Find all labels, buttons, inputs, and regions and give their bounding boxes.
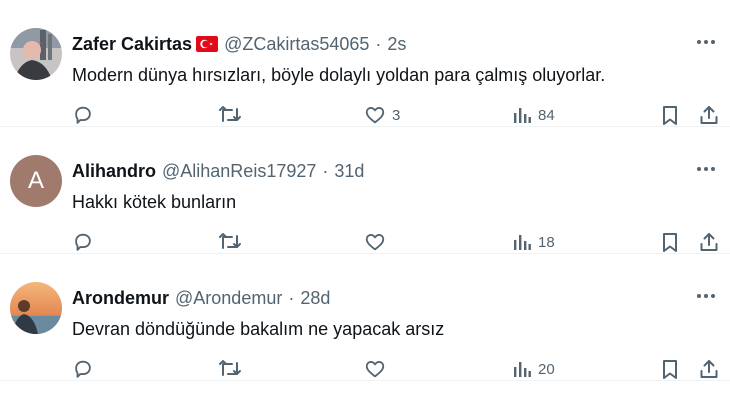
- separator-dot: ·: [375, 34, 382, 54]
- timestamp[interactable]: 28d: [300, 287, 330, 309]
- views-icon: [512, 359, 532, 379]
- tweet-text: Devran döndüğünde bakalım ne yapacak ars…: [72, 319, 445, 339]
- tweet-actions: 18: [72, 230, 720, 254]
- avatar-photo: [10, 282, 62, 334]
- user-handle[interactable]: @ZCakirtas54065: [224, 33, 369, 55]
- share-icon: [698, 104, 720, 126]
- reply-button[interactable]: [72, 230, 100, 254]
- user-name[interactable]: Zafer Cakirtas: [72, 33, 192, 55]
- like-count: 3: [392, 106, 401, 124]
- bookmark-icon: [660, 104, 680, 126]
- more-icon[interactable]: [694, 284, 718, 308]
- retweet-button[interactable]: [218, 103, 248, 127]
- tweet-text: Hakkı kötek bunların: [72, 192, 237, 212]
- reply-button[interactable]: [72, 103, 100, 127]
- tweet-header: Zafer Cakirtas @ZCakirtas54065 · 2s: [72, 33, 406, 55]
- reply-icon: [72, 104, 94, 126]
- heart-icon: [364, 104, 386, 126]
- separator-dot: ·: [288, 288, 295, 308]
- tweet-header: Arondemur @Arondemur · 28d: [72, 287, 330, 309]
- turkey-flag-icon: [196, 36, 219, 52]
- share-button[interactable]: [698, 230, 720, 254]
- heart-icon: [364, 231, 386, 253]
- user-name[interactable]: Alihandro: [72, 160, 156, 182]
- views-button[interactable]: 20: [512, 357, 555, 381]
- views-button[interactable]: 84: [512, 103, 555, 127]
- share-button[interactable]: [698, 357, 720, 381]
- like-button[interactable]: 3: [364, 103, 400, 127]
- retweet-icon: [218, 104, 242, 126]
- like-button[interactable]: [364, 357, 392, 381]
- user-handle[interactable]: @AlihanReis17927: [162, 160, 316, 182]
- tweet-header: Alihandro @AlihanReis17927 · 31d: [72, 160, 364, 182]
- timestamp[interactable]: 31d: [334, 160, 364, 182]
- more-icon[interactable]: [694, 157, 718, 181]
- avatar-letter: A: [27, 167, 44, 194]
- share-button[interactable]: [698, 103, 720, 127]
- reply-icon: [72, 358, 94, 380]
- reply-icon: [72, 231, 94, 253]
- retweet-button[interactable]: [218, 357, 248, 381]
- retweet-icon: [218, 358, 242, 380]
- reply-button[interactable]: [72, 357, 100, 381]
- avatar[interactable]: [10, 28, 62, 80]
- more-icon[interactable]: [694, 30, 718, 54]
- bookmark-button[interactable]: [660, 357, 680, 381]
- views-icon: [512, 232, 532, 252]
- bookmark-icon: [660, 358, 680, 380]
- views-count: 20: [538, 360, 555, 378]
- tweet-actions: 3 84: [72, 103, 720, 127]
- views-count: 84: [538, 106, 555, 124]
- bookmark-icon: [660, 231, 680, 253]
- user-name[interactable]: Arondemur: [72, 287, 169, 309]
- like-button[interactable]: [364, 230, 392, 254]
- views-icon: [512, 105, 532, 125]
- share-icon: [698, 358, 720, 380]
- heart-icon: [364, 358, 386, 380]
- tweet[interactable]: Zafer Cakirtas @ZCakirtas54065 · 2s Mode…: [0, 0, 730, 127]
- tweet[interactable]: A Alihandro @AlihanReis17927 · 31d Hakkı…: [0, 127, 730, 254]
- avatar[interactable]: [10, 282, 62, 334]
- bookmark-button[interactable]: [660, 103, 680, 127]
- retweet-icon: [218, 231, 242, 253]
- share-icon: [698, 231, 720, 253]
- views-count: 18: [538, 233, 555, 251]
- bookmark-button[interactable]: [660, 230, 680, 254]
- avatar-photo: [10, 28, 62, 80]
- timestamp[interactable]: 2s: [387, 33, 406, 55]
- retweet-button[interactable]: [218, 230, 248, 254]
- avatar[interactable]: A: [10, 155, 62, 207]
- separator-dot: ·: [322, 161, 329, 181]
- tweet-actions: 20: [72, 357, 720, 381]
- tweet-text: Modern dünya hırsızları, böyle dolaylı y…: [72, 65, 606, 85]
- user-handle[interactable]: @Arondemur: [175, 287, 282, 309]
- tweet[interactable]: Arondemur @Arondemur · 28d Devran döndüğ…: [0, 254, 730, 381]
- views-button[interactable]: 18: [512, 230, 555, 254]
